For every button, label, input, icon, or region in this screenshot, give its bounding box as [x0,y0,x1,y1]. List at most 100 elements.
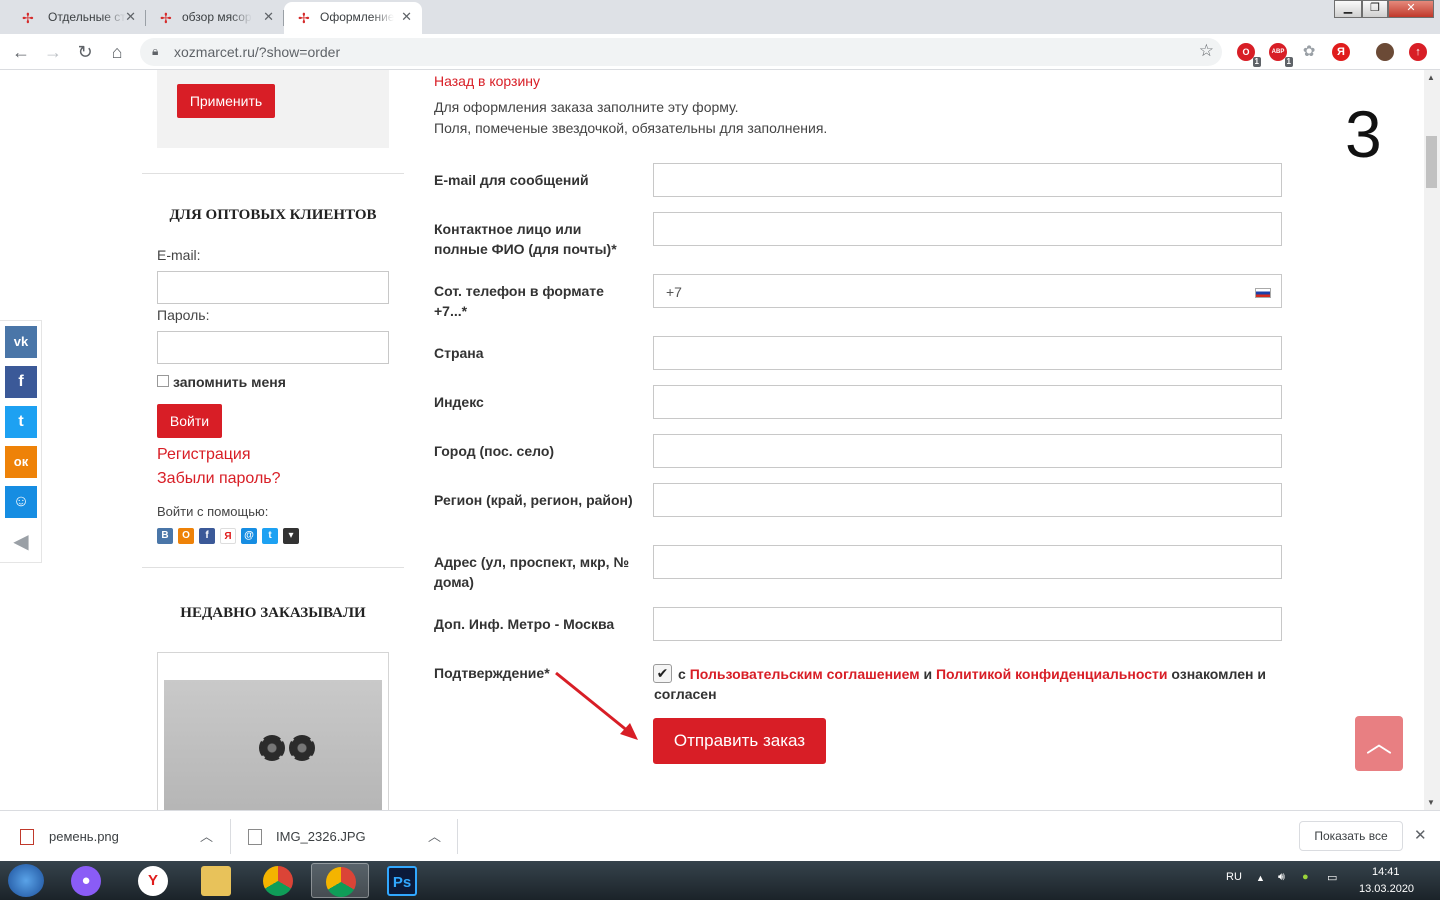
odnoklassniki-share-icon[interactable]: ок [5,446,37,478]
browser-tab-1[interactable]: ✢ Отдельные ст ✕ [4,2,146,34]
phone-value: +7 [666,284,682,300]
facebook-share-icon[interactable]: f [5,366,37,398]
volume-icon[interactable]: 🔊︎ [1278,871,1285,884]
taskbar-yandex-browser[interactable]: Y [124,863,182,898]
register-link[interactable]: Регистрация [157,446,251,464]
odnoklassniki-icon[interactable]: О [178,528,194,544]
adblock-icon[interactable]: ABP 1 [1269,43,1293,67]
privacy-policy-link[interactable]: Политикой конфиденциальности [936,666,1168,682]
tab-close-icon[interactable]: ✕ [263,2,274,32]
download-filename: ремень.png [49,829,119,844]
scroll-up-icon[interactable]: ▲ [1427,73,1435,82]
yandex-icon[interactable]: Я [1332,43,1350,61]
login-email-input[interactable] [157,271,389,304]
gear-icon [289,735,315,761]
email-field-label: E-mail для сообщений [434,172,589,188]
photoshop-icon: Ps [387,866,417,896]
network-icon[interactable]: ▭ [1327,871,1337,884]
tab-close-icon[interactable]: ✕ [125,2,136,32]
login-button[interactable]: Войти [157,404,222,438]
tray-app-icon[interactable]: ● [1302,871,1309,883]
forgot-password-link[interactable]: Забыли пароль? [157,470,281,488]
social-share-bar: vk f t ок ☺ ◀ [0,320,42,563]
city-field[interactable] [653,434,1282,468]
chevron-up-icon[interactable]: ︿ [200,811,213,862]
tab-close-icon[interactable]: ✕ [401,2,412,32]
address-bar[interactable]: 🔒︎ xozmarcet.ru/?show=order ☆ [140,38,1222,66]
forward-arrow-icon[interactable]: → [41,40,65,64]
twitter-share-icon[interactable]: t [5,406,37,438]
country-field[interactable] [653,336,1282,370]
tray-expand-icon[interactable]: ▲ [1256,873,1265,883]
chevron-up-icon[interactable]: ︿ [428,811,441,862]
yandex-icon[interactable]: Я [220,528,236,544]
scroll-down-icon[interactable]: ▼ [1427,798,1435,807]
login-password-input[interactable] [157,331,389,364]
window-close-button[interactable]: ✕ [1388,0,1434,18]
password-label: Пароль: [157,307,210,323]
scroll-thumb[interactable] [1426,136,1437,188]
maximize-button[interactable]: ❐ [1362,0,1388,18]
show-all-downloads-button[interactable]: Показать все [1299,821,1403,851]
clock-time[interactable]: 14:41 [1372,866,1400,878]
browser-toolbar: ← → ↻ ⌂ 🔒︎ xozmarcet.ru/?show=order ☆ O1… [0,34,1440,70]
close-downloads-icon[interactable]: ✕ [1414,826,1427,844]
apply-button[interactable]: Применить [177,84,275,118]
taskbar-chrome-active[interactable] [311,863,369,898]
download-item[interactable]: ремень.png ︿ [20,811,220,862]
user-agreement-link[interactable]: Пользовательским соглашением [690,666,920,682]
reload-icon[interactable]: ↻ [73,40,97,64]
taskbar-chrome[interactable] [249,863,307,898]
divider [142,567,404,568]
chrome-icon [263,866,293,896]
opera-ext-icon[interactable]: O1 [1237,43,1261,67]
wholesale-title: ДЛЯ ОПТОВЫХ КЛИЕНТОВ [169,207,377,223]
metro-field[interactable] [653,607,1282,641]
download-item[interactable]: IMG_2326.JPG ︿ [248,811,448,862]
taskbar-alice[interactable]: ● [57,863,115,898]
language-indicator[interactable]: RU [1226,871,1242,883]
bookmark-star-icon[interactable]: ☆ [1199,41,1214,61]
profile-avatar[interactable] [1376,43,1394,61]
russia-flag-icon[interactable] [1255,288,1271,298]
remember-checkbox[interactable] [157,375,169,387]
more-providers-icon[interactable]: ▾ [283,528,299,544]
step-number: 3 [1345,97,1382,171]
clock-date[interactable]: 13.03.2020 [1359,883,1414,895]
phone-field[interactable]: +7 [653,274,1282,308]
mailru-icon[interactable]: @ [241,528,257,544]
chrome-icon [326,867,356,897]
vk-icon[interactable]: В [157,528,173,544]
home-icon[interactable]: ⌂ [105,40,129,64]
form-intro-line1: Для оформления заказа заполните эту форм… [434,99,739,115]
twitter-icon[interactable]: t [262,528,278,544]
download-filename: IMG_2326.JPG [276,829,366,844]
zip-field[interactable] [653,385,1282,419]
recent-product-card[interactable] [157,652,389,810]
browser-tab-2[interactable]: ✢ обзор мясор ✕ [146,2,284,34]
consent-checkbox[interactable]: ✔ [653,664,672,683]
address-field[interactable] [653,545,1282,579]
region-field[interactable] [653,483,1282,517]
start-button[interactable] [8,864,44,897]
taskbar-explorer[interactable] [187,863,245,898]
remember-label: запомнить меня [173,374,286,390]
taskbar-photoshop[interactable]: Ps [373,863,431,898]
downloads-bar: ремень.png ︿ IMG_2326.JPG ︿ Показать все… [0,810,1440,861]
page-scrollbar[interactable]: ▲ ▼ [1424,70,1440,810]
facebook-icon[interactable]: f [199,528,215,544]
email-field[interactable] [653,163,1282,197]
minimize-button[interactable]: ▁ [1334,0,1362,18]
back-arrow-icon[interactable]: ← [9,40,33,64]
vk-share-icon[interactable]: vk [5,326,37,358]
browser-tab-active[interactable]: ✢ Оформление ✕ [284,2,422,34]
back-to-cart-link[interactable]: Назад в корзину [434,73,540,89]
contact-name-field[interactable] [653,212,1282,246]
region-label: Регион (край, регион, район) [434,492,633,508]
paw-icon[interactable]: ✿ [1300,43,1318,61]
scroll-to-top-button[interactable]: ︿ [1355,716,1403,771]
moymir-share-icon[interactable]: ☺ [5,486,37,518]
update-icon[interactable]: ↑ [1409,43,1427,61]
submit-order-button[interactable]: Отправить заказ [653,718,826,764]
collapse-share-icon[interactable]: ◀ [5,526,37,558]
